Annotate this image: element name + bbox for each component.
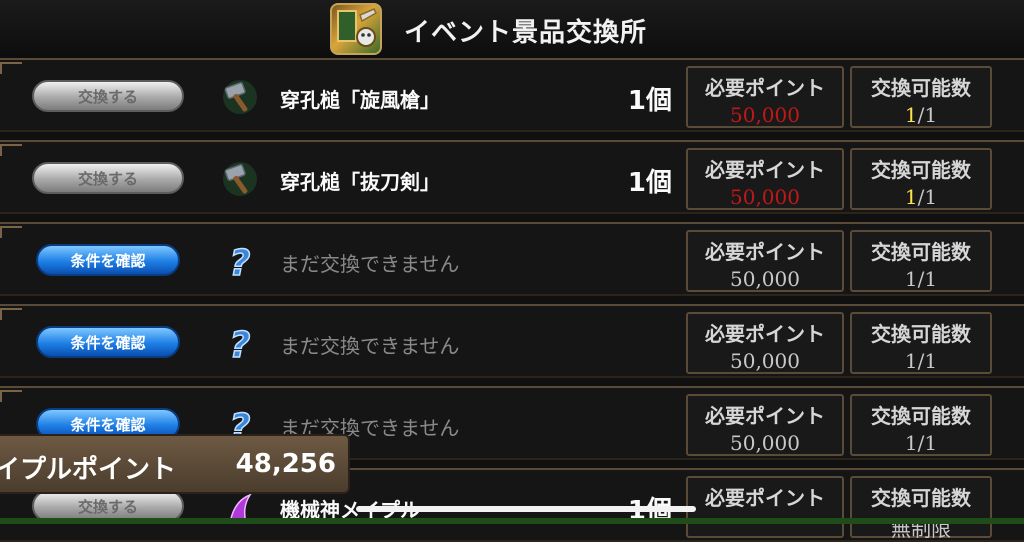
points-banner: イプルポイント 48,256 — [0, 434, 350, 494]
required-points-box: 必要ポイント 50,000 — [686, 66, 844, 128]
svg-text:?: ? — [230, 325, 251, 363]
bottom-strip — [0, 518, 1024, 524]
required-points-label: 必要ポイント — [705, 404, 825, 428]
required-points-box: 必要ポイント 50,000 — [686, 312, 844, 374]
list-item: 条件を確認 ? まだ交換できません 必要ポイント 50,000 交換可能数 1/… — [0, 222, 1024, 296]
item-name: 穿孔槌「旋風槍」 — [280, 88, 440, 112]
exchange-count-used: 1 — [904, 185, 918, 209]
exchange-count-label: 交換可能数 — [871, 76, 971, 100]
exchange-count-value: 1/1 — [852, 185, 990, 209]
exchange-count-used: 1 — [904, 103, 918, 127]
exchange-count-value: 1/1 — [904, 267, 938, 291]
exchange-count-label: 交換可能数 — [871, 486, 971, 510]
required-points-box: 必要ポイント — [686, 476, 844, 538]
question-icon: ? — [220, 323, 260, 367]
check-conditions-button[interactable]: 条件を確認 — [36, 244, 180, 276]
required-points-label: 必要ポイント — [705, 158, 825, 182]
exchange-count-box: 交換可能数 1/1 — [850, 66, 992, 128]
exchange-count-box: 交換可能数 1/1 — [850, 312, 992, 374]
required-points-label: 必要ポイント — [705, 240, 825, 264]
list-item: 条件を確認 ? まだ交換できません 必要ポイント 50,000 交換可能数 1/… — [0, 304, 1024, 378]
exchange-count-value: 1/1 — [852, 103, 990, 127]
event-shop-icon — [330, 3, 382, 55]
exchange-count-total: /1 — [917, 103, 938, 127]
required-points-value: 50,000 — [730, 185, 800, 209]
item-name: まだ交換できません — [280, 252, 460, 276]
list-item: 交換する 穿孔槌「旋風槍」 1個 必要ポイント 50,000 交換可能数 1/1 — [0, 58, 1024, 132]
exchange-button[interactable]: 交換する — [32, 80, 184, 112]
page-title: イベント景品交換所 — [404, 18, 648, 48]
required-points-label: 必要ポイント — [705, 322, 825, 346]
required-points-box: 必要ポイント 50,000 — [686, 148, 844, 210]
required-points-value: 50,000 — [730, 267, 800, 291]
exchange-count-value: 1/1 — [904, 349, 938, 373]
check-conditions-button[interactable]: 条件を確認 — [36, 326, 180, 358]
exchange-count-label: 交換可能数 — [871, 404, 971, 428]
item-name: 穿孔槌「抜刀剣」 — [280, 170, 440, 194]
exchange-count-box: 交換可能数 無制限 — [850, 476, 992, 541]
required-points-value: 50,000 — [730, 103, 800, 127]
required-points-box: 必要ポイント 50,000 — [686, 394, 844, 456]
points-value: 48,256 — [235, 449, 336, 479]
home-indicator[interactable] — [356, 506, 696, 512]
svg-text:?: ? — [230, 243, 251, 281]
question-icon: ? — [220, 241, 260, 285]
exchange-count-label: 交換可能数 — [871, 158, 971, 182]
required-points-label: 必要ポイント — [705, 76, 825, 100]
exchange-count-box: 交換可能数 1/1 — [850, 148, 992, 210]
list-item: 交換する 穿孔槌「抜刀剣」 1個 必要ポイント 50,000 交換可能数 1/1 — [0, 140, 1024, 214]
required-points-value: 50,000 — [730, 349, 800, 373]
exchange-count-box: 交換可能数 1/1 — [850, 394, 992, 456]
required-points-value: 50,000 — [730, 431, 800, 455]
item-name: まだ交換できません — [280, 334, 460, 358]
exchange-count-value: 1/1 — [904, 431, 938, 455]
exchange-count-total: /1 — [917, 185, 938, 209]
exchange-count-label: 交換可能数 — [871, 240, 971, 264]
exchange-count-box: 交換可能数 1/1 — [850, 230, 992, 292]
required-points-box: 必要ポイント 50,000 — [686, 230, 844, 292]
required-points-label: 必要ポイント — [705, 486, 825, 510]
header: イベント景品交換所 — [0, 0, 1024, 60]
exchange-count-label: 交換可能数 — [871, 322, 971, 346]
item-quantity: 1個 — [627, 86, 672, 116]
hammer-icon — [220, 77, 260, 117]
exchange-button[interactable]: 交換する — [32, 162, 184, 194]
points-label: イプルポイント — [0, 455, 177, 485]
hammer-icon — [220, 159, 260, 199]
item-quantity: 1個 — [627, 168, 672, 198]
